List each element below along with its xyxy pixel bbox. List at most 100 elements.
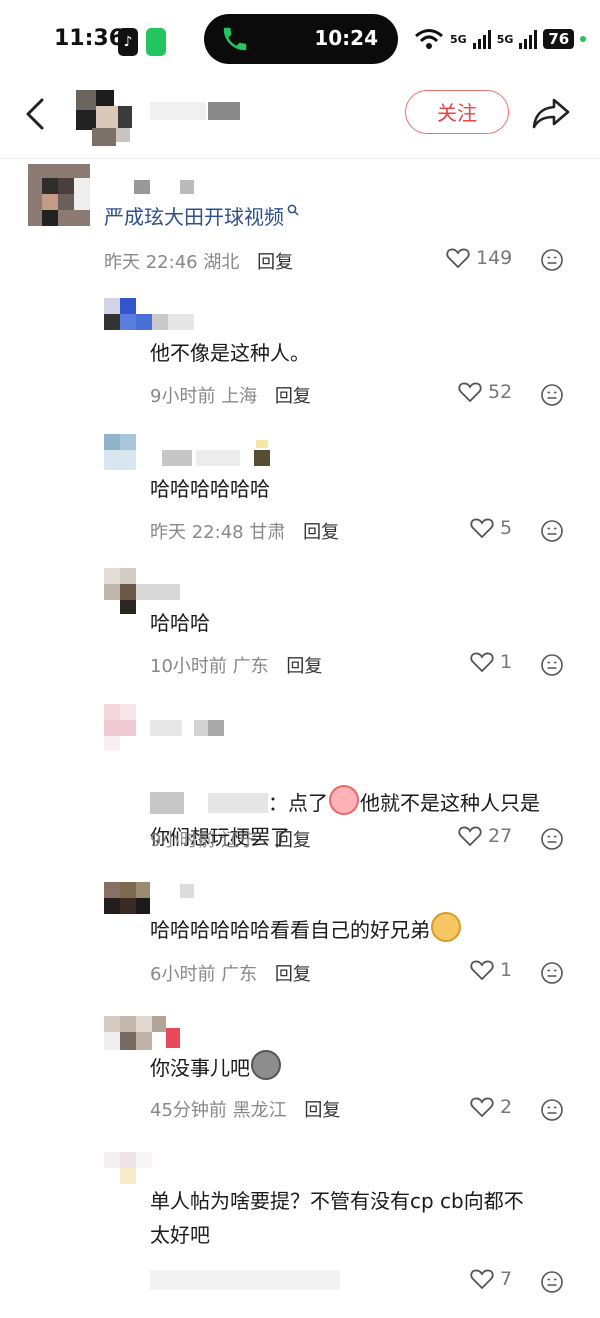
search-icon[interactable] (287, 204, 299, 216)
reply-button[interactable]: 回复 (275, 386, 311, 407)
follow-button[interactable]: 关注 (405, 90, 509, 134)
heart-icon (470, 652, 494, 673)
comment-body: 你没事儿吧 (150, 1056, 250, 1080)
comment-location: 广东 (221, 964, 258, 985)
like-count: 7 (500, 1268, 513, 1290)
like-count: 5 (500, 517, 513, 539)
comment-location: 黑龙江 (232, 1100, 287, 1121)
comment-meta: 9小时前 辽宁 回复 (150, 826, 311, 852)
comment-text[interactable]: 他不像是这种人。 (150, 336, 310, 370)
heart-icon (446, 248, 470, 269)
like-count: 1 (500, 651, 513, 673)
comment-item: 他不像是这种人。 9小时前 上海 回复 52 (0, 296, 600, 416)
like-count: 149 (476, 247, 513, 269)
signal-bars-icon (472, 29, 491, 49)
like-button[interactable]: 52 (458, 381, 512, 403)
like-count: 27 (488, 825, 513, 847)
signal-label-1: 5G (450, 32, 467, 46)
reply-button[interactable]: 回复 (303, 522, 339, 543)
comment-line1: 单人帖为啥要提？不管有没有cp cb向都不 (150, 1189, 524, 1213)
like-button[interactable]: 5 (470, 517, 512, 539)
like-button[interactable]: 7 (470, 1268, 512, 1290)
emoji-react-icon[interactable] (540, 383, 564, 407)
comment-location: 辽宁 (221, 830, 258, 851)
commenter-avatar[interactable] (104, 568, 136, 614)
heart-icon (458, 826, 482, 847)
comment-time: 10小时前 (150, 656, 227, 677)
comment-text[interactable]: 单人帖为啥要提？不管有没有cp cb向都不 太好吧 (150, 1184, 580, 1252)
messaging-app-icon (146, 28, 166, 56)
comment-meta: 10小时前 广东 回复 (150, 652, 322, 678)
like-button[interactable]: 1 (470, 959, 512, 981)
heart-icon (470, 960, 494, 981)
commenter-avatar[interactable] (104, 1016, 180, 1050)
search-link-text[interactable]: 严成玹大田开球视频 (104, 205, 284, 229)
comment-meta: 45分钟前 黑龙江 回复 (150, 1096, 340, 1122)
tiktok-icon: ♪ (118, 28, 138, 56)
reply-button[interactable]: 回复 (304, 1100, 340, 1121)
like-button[interactable]: 149 (446, 247, 512, 269)
comment-text[interactable]: 哈哈哈 (150, 606, 210, 640)
reply-target-obscured (208, 793, 268, 813)
comment-item: 单人帖为啥要提？不管有没有cp cb向都不 太好吧 7 (0, 1150, 600, 1310)
emoji-react-icon[interactable] (540, 653, 564, 677)
status-bar: 11:36 ♪ 10:24 5G 5G 76 (0, 0, 600, 80)
comment-meta: 昨天 22:46 湖北 回复 (104, 248, 293, 274)
comment-location: 广东 (232, 656, 269, 677)
battery-level: 76 (543, 29, 575, 49)
comment-item: 回复：点了他就不是这种人只是 你们想玩梗罢了 9小时前 辽宁 回复 27 (0, 702, 600, 862)
comment-meta-obscured (150, 1268, 350, 1292)
like-button[interactable]: 27 (458, 825, 512, 847)
comment-location: 甘肃 (249, 522, 286, 543)
comment-text[interactable]: 哈哈哈哈哈哈 (150, 472, 270, 506)
back-arrow-icon[interactable] (20, 96, 52, 132)
comment-time: 昨天 22:48 (150, 522, 244, 543)
call-timer: 10:24 (314, 26, 378, 50)
heart-icon (470, 1269, 494, 1290)
reply-button[interactable]: 回复 (275, 964, 311, 985)
comment-time: 6小时前 (150, 964, 216, 985)
commenter-name-obscured (136, 584, 182, 600)
privacy-indicator-dot (580, 36, 587, 42)
emoji-react-icon[interactable] (540, 248, 564, 272)
post-header: 关注 (0, 80, 600, 159)
commenter-avatar[interactable] (28, 164, 90, 226)
comment-text[interactable]: 哈哈哈哈哈哈看看自己的好兄弟 (150, 912, 462, 947)
emoji-react-icon[interactable] (540, 519, 564, 543)
comment-item: 哈哈哈 10小时前 广东 回复 1 (0, 566, 600, 686)
emoji-react-icon[interactable] (540, 1270, 564, 1294)
comment-item: 哈哈哈哈哈哈看看自己的好兄弟 6小时前 广东 回复 1 (0, 880, 600, 1000)
emoji-react-icon[interactable] (540, 827, 564, 851)
comment-item: 严成玹大田开球视频 昨天 22:46 湖北 回复 149 (0, 162, 600, 280)
poop-emoji-icon (251, 1050, 281, 1080)
reply-button[interactable]: 回复 (286, 656, 322, 677)
status-icons: 5G 5G 76 (414, 24, 587, 54)
comment-time: 9小时前 (150, 386, 216, 407)
comment-time: 45分钟前 (150, 1100, 227, 1121)
heart-icon (470, 1097, 494, 1118)
commenter-avatar[interactable] (104, 298, 136, 330)
author-avatar[interactable] (76, 90, 132, 146)
comment-line2: 太好吧 (150, 1223, 210, 1247)
emoji-react-icon[interactable] (540, 961, 564, 985)
emoji-react-icon[interactable] (540, 1098, 564, 1122)
share-icon[interactable] (530, 94, 572, 132)
reply-text-a: ：点了 (268, 791, 328, 815)
reply-prefix-obscured (150, 792, 184, 814)
commenter-avatar[interactable] (104, 882, 150, 914)
call-indicator-pill[interactable]: 10:24 (204, 14, 398, 64)
comment-item: 哈哈哈哈哈哈 昨天 22:48 甘肃 回复 5 (0, 432, 600, 552)
comment-text[interactable]: 严成玹大田开球视频 (104, 200, 299, 234)
like-button[interactable]: 2 (470, 1096, 512, 1118)
reply-button[interactable]: 回复 (275, 830, 311, 851)
commenter-avatar[interactable] (104, 434, 136, 470)
crying-emoji-icon (329, 785, 359, 815)
commenter-name-obscured (104, 180, 196, 196)
signal-label-2: 5G (496, 32, 514, 46)
like-button[interactable]: 1 (470, 651, 512, 673)
reply-button[interactable]: 回复 (257, 252, 293, 273)
commenter-avatar[interactable] (104, 1152, 152, 1184)
commenter-avatar[interactable] (104, 704, 136, 750)
comment-text[interactable]: 你没事儿吧 (150, 1050, 282, 1085)
comment-time: 昨天 22:46 (104, 252, 198, 273)
